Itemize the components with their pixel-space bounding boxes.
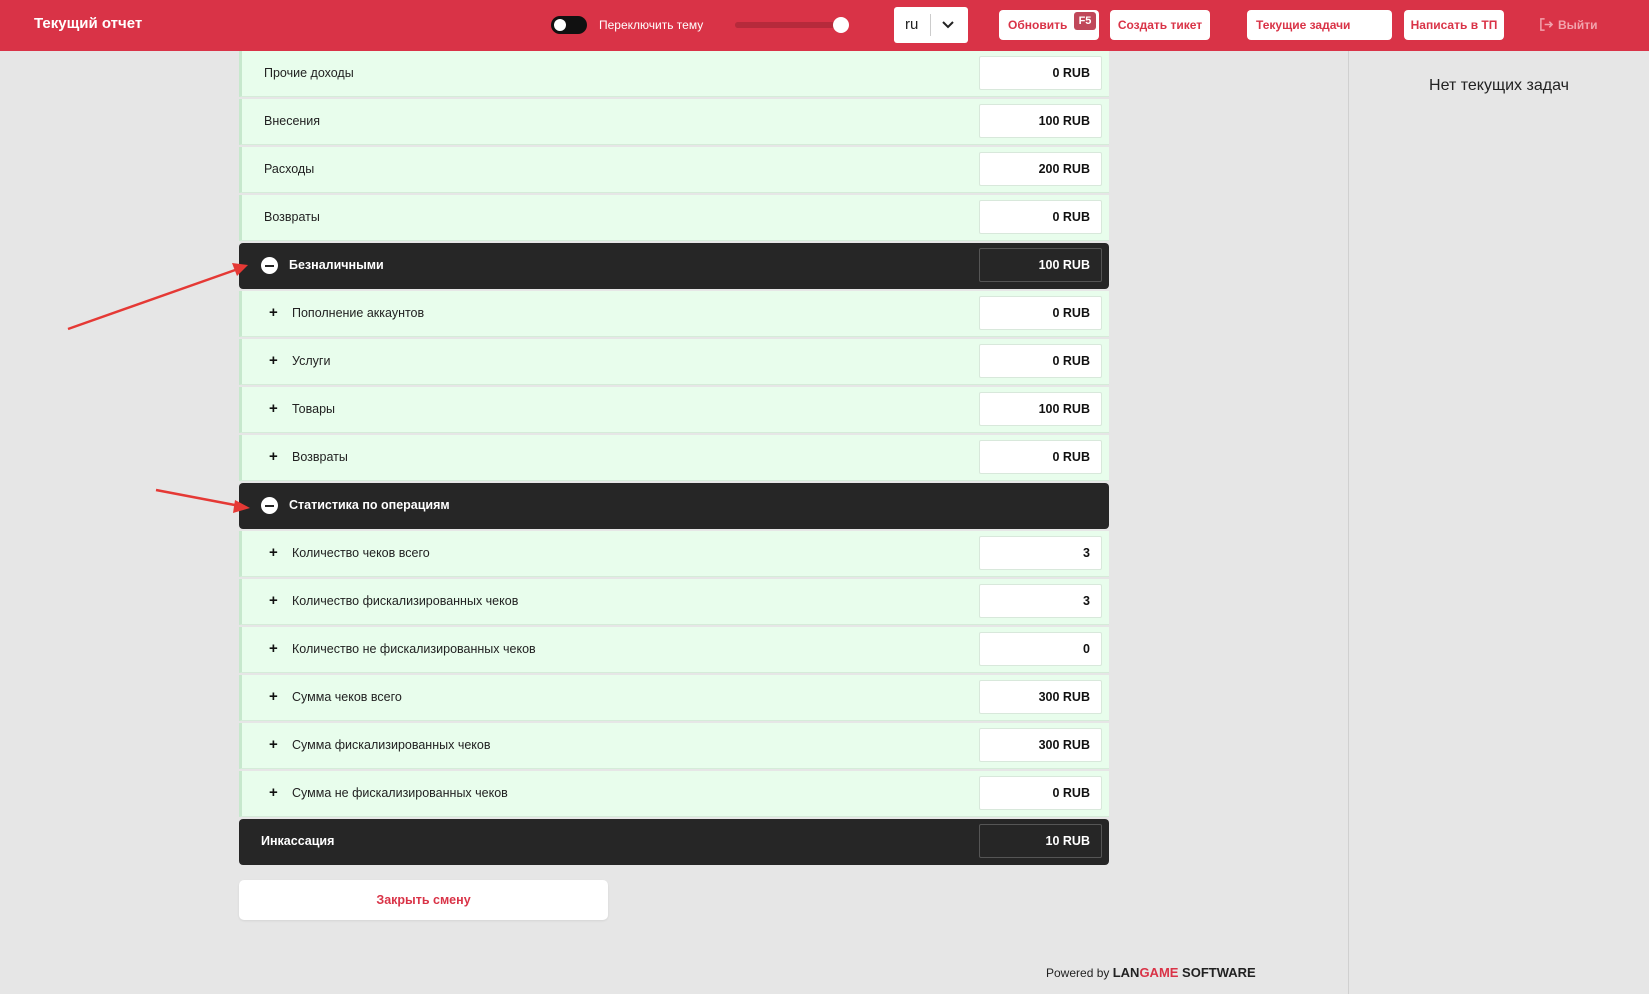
theme-toggle[interactable] xyxy=(551,16,587,34)
row-value: 100 RUB xyxy=(979,248,1102,282)
logout-label: Выйти xyxy=(1558,18,1598,32)
row-value: 0 RUB xyxy=(979,440,1102,474)
expand-icon[interactable]: + xyxy=(269,737,278,752)
write-support-button[interactable]: Написать в ТП xyxy=(1404,10,1504,40)
refresh-button[interactable]: Обновить F5 xyxy=(999,10,1099,40)
zoom-slider[interactable] xyxy=(735,17,849,33)
row-label: Статистика по операциям xyxy=(289,498,450,512)
row-label: Количество фискализированных чеков xyxy=(292,594,519,608)
expand-icon[interactable]: + xyxy=(269,401,278,416)
expand-icon[interactable]: + xyxy=(269,641,278,656)
current-tasks-button[interactable]: Текущие задачи xyxy=(1247,10,1392,40)
row-label: Прочие доходы xyxy=(264,66,354,80)
expand-icon[interactable]: + xyxy=(269,689,278,704)
row-value: 300 RUB xyxy=(979,728,1102,762)
row-value: 0 RUB xyxy=(979,296,1102,330)
total-row: Инкассация 10 RUB xyxy=(239,819,1109,865)
row-label: Расходы xyxy=(264,162,315,176)
report-row[interactable]: + Количество чеков всего 3 xyxy=(239,531,1109,577)
row-label: Возвраты xyxy=(264,210,320,224)
select-divider xyxy=(930,14,931,36)
report-row[interactable]: + Сумма не фискализированных чеков 0 RUB xyxy=(239,771,1109,817)
collapse-icon[interactable] xyxy=(261,257,278,274)
report-row[interactable]: + Сумма чеков всего 300 RUB xyxy=(239,675,1109,721)
expand-icon[interactable]: + xyxy=(269,785,278,800)
row-value: 3 xyxy=(979,536,1102,570)
report-row[interactable]: + Количество не фискализированных чеков 0 xyxy=(239,627,1109,673)
report-row[interactable]: + Товары 100 RUB xyxy=(239,387,1109,433)
powered-by: Powered by LANGAME SOFTWARE xyxy=(1046,965,1256,980)
row-value: 0 RUB xyxy=(979,776,1102,810)
brand-software: SOFTWARE xyxy=(1178,965,1256,980)
row-value: 10 RUB xyxy=(979,824,1102,858)
row-value: 0 RUB xyxy=(979,344,1102,378)
report-row[interactable]: + Услуги 0 RUB xyxy=(239,339,1109,385)
report-row: Расходы 200 RUB xyxy=(239,147,1109,193)
top-bar: Текущий отчет Переключить тему ru Обнови… xyxy=(0,0,1649,51)
no-tasks-text: Нет текущих задач xyxy=(1429,77,1569,94)
expand-icon[interactable]: + xyxy=(269,545,278,560)
expand-icon[interactable]: + xyxy=(269,305,278,320)
brand-lan: LAN xyxy=(1112,965,1140,980)
row-label: Товары xyxy=(292,402,335,416)
row-label: Сумма не фискализированных чеков xyxy=(292,786,508,800)
refresh-button-label: Обновить xyxy=(1008,18,1068,32)
brand-game: GAME xyxy=(1139,965,1179,980)
language-select[interactable]: ru xyxy=(894,7,968,43)
section-row[interactable]: Статистика по операциям xyxy=(239,483,1109,529)
page-title: Текущий отчет xyxy=(34,15,143,32)
row-label: Пополнение аккаунтов xyxy=(292,306,425,320)
tasks-panel: Нет текущих задач xyxy=(1348,51,1649,994)
row-label: Сумма чеков всего xyxy=(292,690,402,704)
row-label: Сумма фискализированных чеков xyxy=(292,738,491,752)
chevron-down-icon[interactable] xyxy=(940,16,956,32)
hotkey-badge: F5 xyxy=(1074,12,1096,30)
row-label: Инкассация xyxy=(261,834,335,848)
row-value: 0 xyxy=(979,632,1102,666)
expand-icon[interactable]: + xyxy=(269,449,278,464)
row-label: Количество чеков всего xyxy=(292,546,430,560)
powered-by-text: Powered by xyxy=(1046,966,1110,980)
slider-fill xyxy=(735,22,841,28)
toggle-knob xyxy=(554,19,566,31)
row-value: 300 RUB xyxy=(979,680,1102,714)
theme-toggle-label: Переключить тему xyxy=(599,18,704,32)
row-label: Возвраты xyxy=(292,450,348,464)
report-row[interactable]: + Пополнение аккаунтов 0 RUB xyxy=(239,291,1109,337)
report-row[interactable]: + Возвраты 0 RUB xyxy=(239,435,1109,481)
annotation-arrow xyxy=(67,267,239,331)
close-shift-button[interactable]: Закрыть смену xyxy=(239,880,608,920)
report-row: Внесения 100 RUB xyxy=(239,99,1109,145)
row-value: 200 RUB xyxy=(979,152,1102,186)
row-label: Услуги xyxy=(292,354,331,368)
row-value: 100 RUB xyxy=(979,392,1102,426)
brand-logo: LANGAME SOFTWARE xyxy=(1113,965,1256,980)
section-row[interactable]: Безналичными 100 RUB xyxy=(239,243,1109,289)
row-label: Безналичными xyxy=(289,258,384,272)
row-label: Внесения xyxy=(264,114,321,128)
logout-icon xyxy=(1540,18,1554,31)
report-row[interactable]: + Сумма фискализированных чеков 300 RUB xyxy=(239,723,1109,769)
row-value: 0 RUB xyxy=(979,56,1102,90)
row-label: Количество не фискализированных чеков xyxy=(292,642,536,656)
expand-icon[interactable]: + xyxy=(269,353,278,368)
row-value: 3 xyxy=(979,584,1102,618)
annotation-arrow xyxy=(155,488,241,508)
collapse-icon[interactable] xyxy=(261,497,278,514)
logout-button[interactable]: Выйти xyxy=(1539,17,1598,32)
report-row[interactable]: + Количество фискализированных чеков 3 xyxy=(239,579,1109,625)
report-row: Прочие доходы 0 RUB xyxy=(239,51,1109,97)
report-row: Возвраты 0 RUB xyxy=(239,195,1109,241)
slider-thumb[interactable] xyxy=(832,17,849,33)
row-value: 0 RUB xyxy=(979,200,1102,234)
row-value: 100 RUB xyxy=(979,104,1102,138)
create-ticket-button[interactable]: Создать тикет xyxy=(1110,10,1210,40)
language-value: ru xyxy=(905,16,919,33)
expand-icon[interactable]: + xyxy=(269,593,278,608)
